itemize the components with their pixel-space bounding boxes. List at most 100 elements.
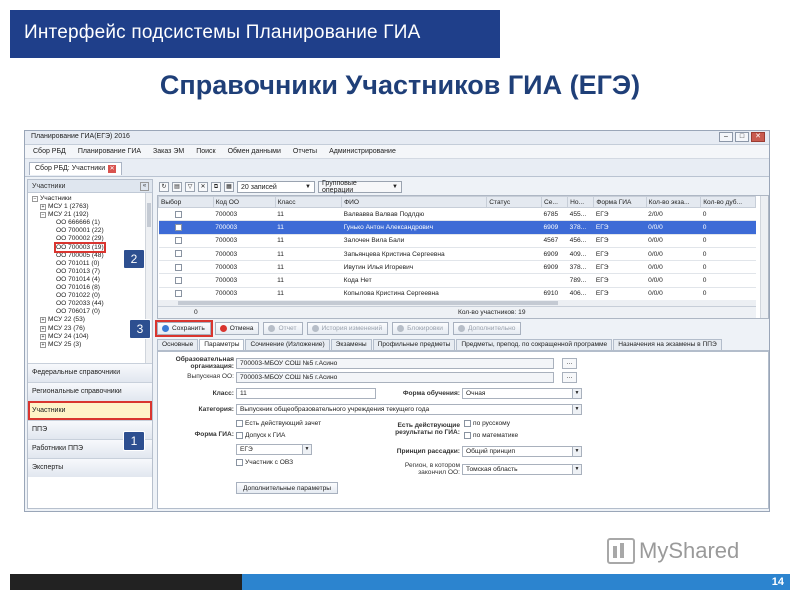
row-select-checkbox[interactable] (174, 277, 182, 284)
tree-node[interactable]: ОО 706017 (0) (32, 308, 148, 316)
detail-tab[interactable]: Профильные предметы (372, 339, 456, 350)
row-select-checkbox[interactable] (174, 237, 182, 245)
group-operations-menu[interactable]: Групповые операции ▼ (318, 180, 402, 194)
column-header[interactable]: Статус (486, 196, 543, 208)
checkbox-box[interactable] (236, 459, 243, 466)
expand-icon[interactable]: + (40, 204, 46, 211)
column-header[interactable]: Кол-во экза... (645, 196, 702, 208)
records-per-page-select[interactable]: 20 записей ▼ (237, 181, 315, 193)
scroll-thumb[interactable] (147, 203, 151, 227)
results-math-checkbox[interactable]: по математике (464, 432, 518, 439)
menu-item[interactable]: Отчеты (293, 148, 317, 155)
ovz-checkbox[interactable]: Участник с ОВЗ (236, 459, 293, 466)
tree-node[interactable]: ОО 700002 (29) (32, 235, 148, 243)
detail-tab[interactable]: Предметы, препод. по сокращенной програм… (456, 339, 613, 350)
tree-node[interactable]: − Участники (32, 195, 148, 203)
action-button[interactable]: Блокировки (392, 322, 449, 335)
tree-node[interactable]: ОО 700001 (22) (32, 227, 148, 235)
table-row[interactable]: 700003 11 Копылова Кристина Сергеевна 6910 4… (158, 287, 756, 302)
action-button[interactable]: Отмена (214, 322, 260, 335)
column-header[interactable]: Форма ГИА (593, 196, 647, 208)
expand-icon[interactable]: + (40, 317, 46, 324)
category-select[interactable]: Выпускник общеобразовательного учреждени… (236, 404, 582, 415)
detail-tab[interactable]: Сочинение (Изложение) (245, 339, 330, 350)
menu-item[interactable]: Обмен данными (228, 148, 281, 155)
menu-item[interactable]: Администрирование (329, 148, 396, 155)
column-header[interactable]: ФИО (341, 196, 488, 208)
menu-item[interactable]: Поиск (196, 148, 215, 155)
row-select-checkbox[interactable] (174, 250, 182, 258)
study-form-select[interactable]: Очная ▼ (462, 388, 582, 399)
action-button[interactable]: Отчет (263, 322, 303, 335)
grad-field[interactable]: 700003-МБОУ СОШ №5 г.Асино (236, 372, 554, 383)
detail-tab[interactable]: Назначения на экзамены в ППЭ (613, 339, 722, 350)
table-row[interactable]: 700003 11 Запьянцева Кристина Сергеевна 690… (158, 247, 756, 262)
org-field[interactable]: 700003-МБОУ СОШ №5 г.Асино (236, 358, 554, 369)
detail-tab[interactable]: Экзамены (330, 339, 372, 350)
table-row[interactable]: 700003 11 Гунько Антон Александрович 6909 37… (158, 220, 756, 235)
refresh-icon[interactable]: ↻ (159, 182, 169, 192)
minimize-icon[interactable]: – (719, 132, 733, 142)
checkbox-box[interactable] (236, 420, 243, 427)
checkbox-box[interactable] (464, 432, 471, 439)
collapse-icon[interactable]: « (140, 182, 149, 191)
collapse-tree-icon[interactable]: − (40, 212, 46, 219)
nav-button[interactable]: Эксперты (28, 458, 152, 477)
tree-node[interactable]: ОО 701014 (4) (32, 276, 148, 284)
table-row[interactable]: 700003 11 Залочен Вила Бали 4567 456... ЕГЭ 0/… (158, 234, 756, 248)
expand-icon[interactable]: + (40, 333, 46, 340)
column-header[interactable]: Класс (274, 196, 343, 208)
action-button[interactable]: Дополнительно (452, 322, 522, 335)
class-field[interactable]: 11 (236, 388, 376, 399)
action-button[interactable]: История изменений (306, 322, 389, 335)
print-icon[interactable]: ▤ (172, 182, 182, 192)
collapse-tree-icon[interactable]: − (32, 196, 38, 202)
maximize-icon[interactable]: □ (735, 132, 749, 142)
doc-tab-participants[interactable]: Сбор РБД: Участники ✕ (29, 162, 123, 175)
nav-button[interactable]: Федеральные справочники (28, 363, 152, 382)
expand-icon[interactable]: + (40, 325, 46, 332)
tree-node[interactable]: + МСУ 1 (2763) (32, 203, 148, 211)
menu-item[interactable]: Сбор РБД (33, 148, 66, 155)
column-header[interactable]: Кол-во дуб... (700, 196, 756, 208)
row-select-checkbox[interactable] (174, 210, 182, 218)
tree-node[interactable]: ОО 701013 (7) (32, 268, 148, 276)
scroll-thumb[interactable] (178, 301, 558, 305)
tree-node[interactable]: ОО 701016 (8) (32, 284, 148, 292)
results-russian-checkbox[interactable]: по русскому (464, 420, 510, 427)
column-header[interactable]: Код ОО (212, 196, 276, 208)
grid-vertical-scrollbar[interactable] (760, 196, 768, 318)
rassadka-select[interactable]: Общий принцип ▼ (462, 446, 582, 457)
tree-node[interactable]: + МСУ 25 (3) (32, 341, 148, 349)
filter-icon[interactable]: ▽ (185, 182, 195, 192)
detail-tab[interactable]: Основные (157, 339, 199, 350)
export-icon[interactable]: ▦ (224, 182, 234, 192)
dopusk-checkbox[interactable]: Допуск к ГИА (236, 432, 285, 439)
org-select-button[interactable]: … (562, 358, 577, 369)
detail-tab[interactable]: Параметры (199, 339, 245, 350)
table-row[interactable]: 700003 11 Кода Нет 789... ЕГЭ 0/0/0 0 (158, 273, 756, 288)
column-header[interactable]: Се... (541, 196, 569, 208)
nav-button[interactable]: Участники (28, 401, 152, 420)
column-header[interactable]: Выбор (158, 196, 214, 208)
nav-button[interactable]: Региональные справочники (28, 382, 152, 401)
zachet-checkbox[interactable]: Есть действующий зачет (236, 420, 321, 427)
row-select-checkbox[interactable] (174, 223, 182, 231)
checkbox-box[interactable] (464, 420, 471, 427)
table-row[interactable]: 700003 11 Валвавва Валвав Подлдю 6785 455...… (158, 207, 756, 222)
row-select-checkbox[interactable] (174, 263, 182, 271)
tree-node[interactable]: ОО 666666 (1) (32, 219, 148, 227)
tree-node[interactable]: − МСУ 21 (192) (32, 211, 148, 219)
menu-item[interactable]: Заказ ЭМ (153, 148, 184, 155)
grad-select-button[interactable]: … (562, 372, 577, 383)
action-button[interactable]: Сохранить (155, 320, 213, 337)
extra-params-button[interactable]: Дополнительные параметры (236, 482, 339, 494)
copy-icon[interactable]: ⧉ (211, 182, 221, 192)
tree-node[interactable]: ОО 701022 (0) (32, 292, 148, 300)
region-select[interactable]: Томская область ▼ (462, 464, 582, 475)
gia-form-select[interactable]: ЕГЭ ▼ (236, 444, 312, 455)
expand-icon[interactable]: + (40, 341, 46, 348)
close-icon[interactable]: ✕ (751, 132, 765, 142)
tree-node[interactable]: ОО 702033 (44) (32, 300, 148, 308)
close-tab-icon[interactable]: ✕ (108, 165, 117, 173)
